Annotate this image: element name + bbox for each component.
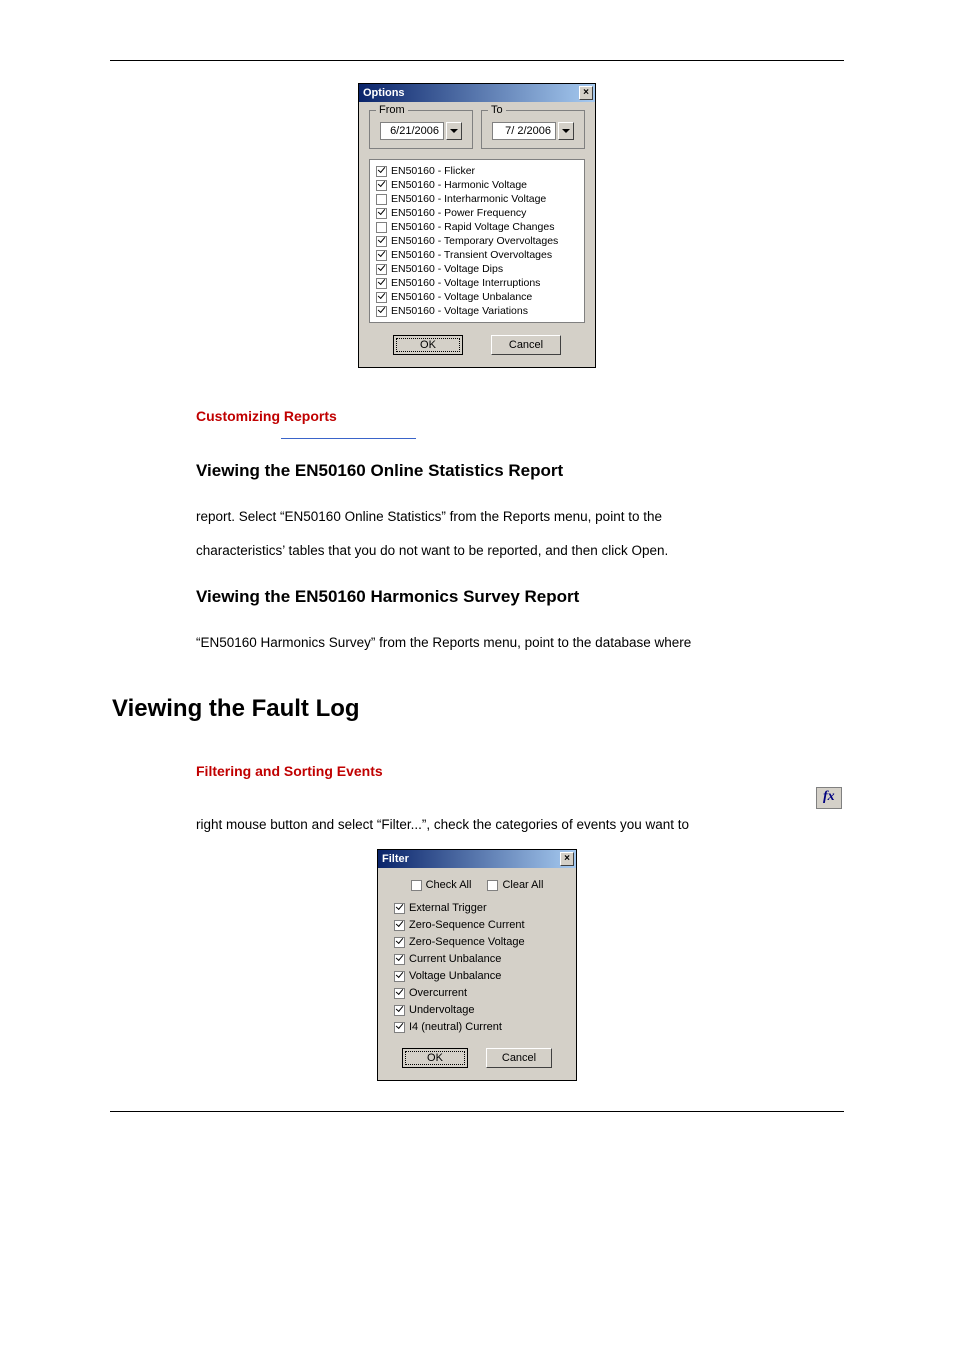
body-text: characteristics’ tables that you do not … bbox=[196, 537, 844, 565]
filter-title: Filter bbox=[382, 853, 409, 865]
filter-check-item[interactable]: Current Unbalance bbox=[394, 951, 564, 968]
chevron-down-icon bbox=[450, 129, 458, 133]
filter-check-item[interactable]: Voltage Unbalance bbox=[394, 968, 564, 985]
filter-checklist: External TriggerZero-Sequence CurrentZer… bbox=[394, 900, 564, 1036]
heading-online-statistics: Viewing the EN50160 Online Statistics Re… bbox=[196, 461, 844, 481]
check-item-label: EN50160 - Interharmonic Voltage bbox=[391, 192, 546, 206]
checkbox-icon[interactable] bbox=[376, 194, 387, 205]
filter-check-item[interactable]: Zero-Sequence Current bbox=[394, 917, 564, 934]
check-item-label: EN50160 - Flicker bbox=[391, 164, 475, 178]
options-check-item[interactable]: EN50160 - Voltage Interruptions bbox=[376, 276, 578, 290]
checkbox-icon[interactable] bbox=[376, 166, 387, 177]
check-item-label: EN50160 - Voltage Interruptions bbox=[391, 276, 540, 290]
body-text: report. Select “EN50160 Online Statistic… bbox=[196, 503, 844, 531]
options-checklist: EN50160 - FlickerEN50160 - Harmonic Volt… bbox=[369, 159, 585, 323]
options-check-item[interactable]: EN50160 - Rapid Voltage Changes bbox=[376, 220, 578, 234]
to-date-dropdown[interactable] bbox=[558, 122, 574, 140]
fx-icon[interactable]: fx bbox=[816, 787, 842, 809]
page-top-rule bbox=[110, 60, 844, 61]
heading-harmonics-survey: Viewing the EN50160 Harmonics Survey Rep… bbox=[196, 587, 844, 607]
check-item-label: EN50160 - Voltage Dips bbox=[391, 262, 503, 276]
checkbox-icon[interactable] bbox=[376, 278, 387, 289]
filter-check-item[interactable]: I4 (neutral) Current bbox=[394, 1019, 564, 1036]
checkbox-icon[interactable] bbox=[376, 292, 387, 303]
options-check-item[interactable]: EN50160 - Interharmonic Voltage bbox=[376, 192, 578, 206]
check-item-label: EN50160 - Rapid Voltage Changes bbox=[391, 220, 554, 234]
filter-titlebar: Filter × bbox=[378, 850, 576, 868]
check-item-label: EN50160 - Transient Overvoltages bbox=[391, 248, 552, 262]
from-date-input[interactable]: 6/21/2006 bbox=[380, 122, 444, 140]
options-check-item[interactable]: EN50160 - Temporary Overvoltages bbox=[376, 234, 578, 248]
filter-check-item[interactable]: Zero-Sequence Voltage bbox=[394, 934, 564, 951]
options-check-item[interactable]: EN50160 - Voltage Variations bbox=[376, 304, 578, 318]
checkbox-icon[interactable] bbox=[394, 1022, 405, 1033]
blue-underline bbox=[281, 438, 416, 439]
filter-check-item[interactable]: Undervoltage bbox=[394, 1002, 564, 1019]
check-item-label: EN50160 - Temporary Overvoltages bbox=[391, 234, 558, 248]
checkbox-icon[interactable] bbox=[394, 903, 405, 914]
checkbox-icon[interactable] bbox=[376, 180, 387, 191]
check-item-label: EN50160 - Power Frequency bbox=[391, 206, 526, 220]
checkbox-icon[interactable] bbox=[376, 306, 387, 317]
options-check-item[interactable]: EN50160 - Flicker bbox=[376, 164, 578, 178]
checkbox-icon[interactable] bbox=[376, 222, 387, 233]
check-item-label: Overcurrent bbox=[409, 985, 467, 1002]
options-title: Options bbox=[363, 87, 405, 99]
heading-customizing-reports: Customizing Reports bbox=[196, 408, 844, 424]
to-date-input[interactable]: 7/ 2/2006 bbox=[492, 122, 556, 140]
options-check-item[interactable]: EN50160 - Harmonic Voltage bbox=[376, 178, 578, 192]
close-icon[interactable]: × bbox=[560, 852, 574, 866]
check-item-label: External Trigger bbox=[409, 900, 487, 917]
check-item-label: Undervoltage bbox=[409, 1002, 474, 1019]
checkbox-icon[interactable] bbox=[394, 920, 405, 931]
cancel-button[interactable]: Cancel bbox=[491, 335, 561, 355]
checkbox-icon[interactable] bbox=[376, 264, 387, 275]
options-check-item[interactable]: EN50160 - Power Frequency bbox=[376, 206, 578, 220]
checkbox-icon[interactable] bbox=[394, 937, 405, 948]
ok-button[interactable]: OK bbox=[402, 1048, 468, 1068]
options-check-item[interactable]: EN50160 - Voltage Dips bbox=[376, 262, 578, 276]
chevron-down-icon bbox=[562, 129, 570, 133]
check-item-label: I4 (neutral) Current bbox=[409, 1019, 502, 1036]
check-all-checkbox[interactable]: Check All bbox=[411, 878, 472, 892]
checkbox-icon[interactable] bbox=[376, 250, 387, 261]
check-item-label: EN50160 - Voltage Unbalance bbox=[391, 290, 532, 304]
checkbox-icon[interactable] bbox=[394, 1005, 405, 1016]
close-icon[interactable]: × bbox=[579, 86, 593, 100]
options-dialog: Options × From 6/21/2006 To 7/ 2/2006 bbox=[358, 83, 596, 368]
check-item-label: EN50160 - Voltage Variations bbox=[391, 304, 528, 318]
checkbox-icon[interactable] bbox=[376, 208, 387, 219]
to-legend: To bbox=[488, 104, 506, 116]
cancel-button[interactable]: Cancel bbox=[486, 1048, 552, 1068]
body-text: “EN50160 Harmonics Survey” from the Repo… bbox=[196, 629, 844, 657]
page-bottom-rule bbox=[110, 1111, 844, 1112]
options-check-item[interactable]: EN50160 - Transient Overvoltages bbox=[376, 248, 578, 262]
filter-check-item[interactable]: External Trigger bbox=[394, 900, 564, 917]
heading-fault-log: Viewing the Fault Log bbox=[112, 695, 844, 723]
clear-all-checkbox[interactable]: Clear All bbox=[487, 878, 543, 892]
checkbox-icon[interactable] bbox=[376, 236, 387, 247]
checkbox-icon[interactable] bbox=[394, 988, 405, 999]
options-titlebar: Options × bbox=[359, 84, 595, 102]
checkbox-icon[interactable] bbox=[394, 971, 405, 982]
check-item-label: Voltage Unbalance bbox=[409, 968, 501, 985]
filter-check-item[interactable]: Overcurrent bbox=[394, 985, 564, 1002]
check-item-label: Zero-Sequence Current bbox=[409, 917, 525, 934]
check-item-label: EN50160 - Harmonic Voltage bbox=[391, 178, 527, 192]
options-check-item[interactable]: EN50160 - Voltage Unbalance bbox=[376, 290, 578, 304]
from-legend: From bbox=[376, 104, 408, 116]
from-date-dropdown[interactable] bbox=[446, 122, 462, 140]
check-item-label: Zero-Sequence Voltage bbox=[409, 934, 525, 951]
heading-filtering-sorting: Filtering and Sorting Events bbox=[196, 763, 844, 779]
checkbox-icon[interactable] bbox=[394, 954, 405, 965]
filter-dialog: Filter × Check All Clear All External Tr… bbox=[377, 849, 577, 1081]
ok-button[interactable]: OK bbox=[393, 335, 463, 355]
check-item-label: Current Unbalance bbox=[409, 951, 501, 968]
body-text: right mouse button and select “Filter...… bbox=[196, 811, 844, 839]
